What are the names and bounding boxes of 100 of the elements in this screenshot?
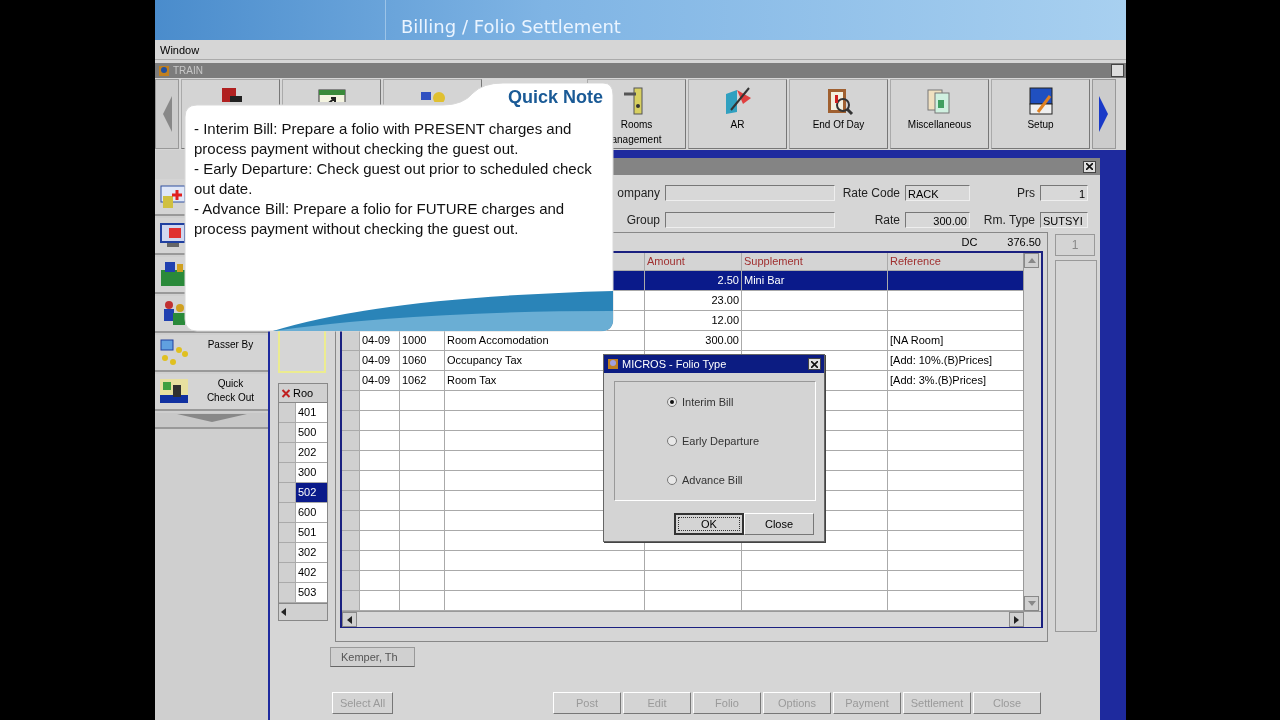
scroll-right-button[interactable] (1092, 79, 1116, 149)
calendar-icon (316, 86, 347, 102)
scroll-down-button[interactable] (155, 413, 268, 429)
toolbar-button[interactable]: Miscellaneous (890, 79, 989, 149)
table-cell: 300.00 (645, 331, 742, 350)
table-cell: 04-09 (360, 371, 400, 390)
row-header[interactable] (279, 503, 296, 522)
option-label[interactable]: Interim Bill (682, 395, 734, 408)
row-header[interactable] (279, 543, 296, 562)
item-label: Check Out (205, 391, 256, 405)
session-title: TRAIN (173, 65, 203, 76)
input-field[interactable] (665, 184, 835, 201)
input-field[interactable]: RACK (905, 184, 970, 201)
item-label: Passer By (206, 338, 255, 352)
input-field[interactable]: 1 (1040, 184, 1088, 201)
restore-button[interactable] (1111, 64, 1124, 77)
sidebar-item[interactable]: Quick Check Out (155, 374, 268, 411)
field-label: Rate (873, 213, 900, 228)
button-label: Setup (1027, 118, 1054, 131)
room-cell[interactable]: 300 (296, 463, 327, 482)
field-label: Prs (1016, 185, 1035, 200)
row-header[interactable] (342, 551, 360, 570)
toolbar-button[interactable]: End Of Day (789, 79, 888, 149)
toolbar-button[interactable]: AR (688, 79, 787, 149)
vertical-scrollbar[interactable] (1023, 253, 1041, 611)
row-header[interactable] (279, 403, 296, 422)
room-cell[interactable]: 302 (296, 543, 327, 562)
remove-icon[interactable] (279, 388, 293, 398)
row-header[interactable] (342, 511, 360, 530)
horizontal-scrollbar[interactable] (342, 611, 1041, 627)
scroll-left-button[interactable] (155, 79, 179, 149)
row-header[interactable] (279, 463, 296, 482)
row-header[interactable] (279, 443, 296, 462)
room-cell[interactable]: 503 (296, 583, 327, 602)
total-label: DC (961, 236, 978, 248)
scrollbar[interactable] (279, 603, 327, 620)
room-cell[interactable]: 501 (296, 523, 327, 542)
left-arrow-icon (281, 608, 287, 616)
close-button[interactable] (1083, 160, 1096, 173)
input-field[interactable]: SUTSYI (1040, 212, 1088, 229)
row-header[interactable] (279, 583, 296, 602)
row-header[interactable] (342, 391, 360, 410)
table-cell: 04-09 (360, 351, 400, 370)
room-cell[interactable]: 202 (296, 443, 327, 462)
radio-button[interactable] (667, 475, 677, 486)
row-header[interactable] (279, 563, 296, 582)
field-label: ompany (616, 185, 660, 200)
option-label[interactable]: Early Departure (682, 435, 760, 447)
room-cell[interactable]: 600 (296, 503, 327, 522)
row-header[interactable] (342, 471, 360, 490)
close-icon (1086, 163, 1093, 170)
group-icon (159, 337, 189, 368)
field-label: Rm. Type (982, 213, 1035, 228)
button-label: Miscellaneous (907, 118, 972, 131)
menu-item[interactable]: Window (155, 43, 205, 56)
note-text: - Advance Bill: Prepare a folio for FUTURE charges and process payment without checking the guest out. (194, 199, 566, 239)
input-field[interactable]: 300.00 (905, 212, 970, 229)
button-label: AR (730, 118, 745, 131)
input-field[interactable] (665, 212, 835, 229)
table-cell: 1060 (400, 351, 445, 370)
row-header[interactable] (342, 491, 360, 510)
guest-tab[interactable]: Kemper, Th (330, 647, 415, 667)
row-header[interactable] (342, 411, 360, 430)
row-header[interactable] (279, 483, 296, 502)
column-header[interactable]: Supplement (742, 253, 888, 270)
dialog-button[interactable]: OK (674, 513, 744, 535)
row-header[interactable] (279, 523, 296, 542)
radio-button[interactable] (667, 396, 677, 407)
option-label[interactable]: Advance Bill (682, 474, 743, 487)
sidebar-item[interactable]: Passer By (155, 335, 268, 372)
row-header[interactable] (342, 591, 360, 610)
row-header[interactable] (342, 371, 360, 390)
table-cell: 12.00 (645, 311, 742, 330)
dialog-button[interactable]: Close (744, 513, 814, 535)
row-header[interactable] (342, 351, 360, 370)
app-icon (607, 358, 619, 370)
row-header[interactable] (342, 431, 360, 450)
button-label: End Of Day (812, 118, 865, 131)
row-header[interactable] (342, 531, 360, 550)
table-cell: Mini Bar (742, 271, 888, 290)
table-cell: 2.50 (645, 271, 742, 290)
room-cell[interactable]: 401 (296, 403, 327, 422)
item-label: Quick (216, 377, 245, 391)
close-button[interactable] (808, 358, 821, 370)
radio-button[interactable] (667, 436, 677, 446)
up-arrow-icon (1027, 258, 1036, 263)
note-text: - Early Departure: Check guest out prior to scheduled check out date. (194, 159, 593, 199)
toolbar-button[interactable]: Setup (991, 79, 1090, 149)
column-header[interactable]: Amount (645, 253, 742, 270)
row-header[interactable] (342, 571, 360, 590)
row-header[interactable] (342, 451, 360, 470)
row-header[interactable] (279, 423, 296, 442)
button-label: anagement (611, 133, 662, 146)
right-arrow-icon (1014, 615, 1019, 624)
down-arrow-icon (1027, 601, 1036, 606)
down-arrow-icon (176, 413, 247, 423)
room-cell[interactable]: 402 (296, 563, 327, 582)
room-cell[interactable]: 502 (296, 483, 327, 502)
field-label: Group (625, 213, 660, 228)
room-cell[interactable]: 500 (296, 423, 327, 442)
